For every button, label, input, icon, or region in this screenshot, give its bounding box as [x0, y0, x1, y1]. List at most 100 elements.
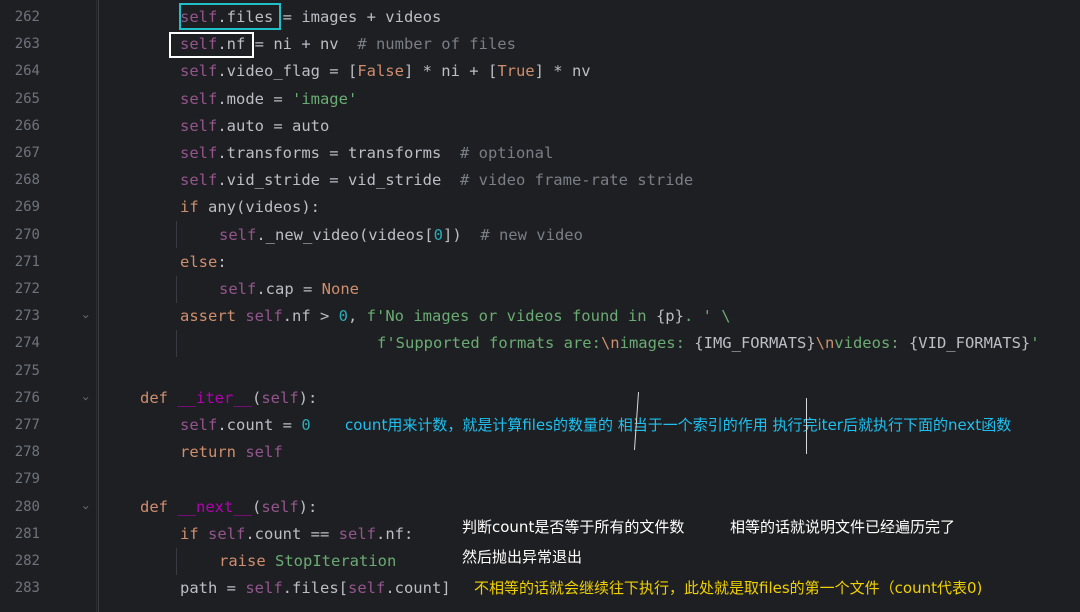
- code-token: .cap =: [256, 280, 322, 298]
- code-token: assert: [180, 307, 246, 326]
- code-line[interactable]: 274 f'Supported formats are:\nimages: {IM…: [0, 330, 1080, 357]
- annotation-path: 不相等的话就会继续往下执行，此处就是取files的第一个文件（count代表0): [474, 579, 983, 597]
- code-token: \n: [815, 334, 835, 353]
- code-text: assert self.nf > 0, f'No images or video…: [180, 303, 731, 330]
- code-token: self: [180, 416, 218, 434]
- code-token: # number of files: [357, 35, 516, 54]
- annotation-next-3: 然后抛出异常退出: [462, 548, 583, 566]
- code-text: raise StopIteration: [219, 548, 396, 575]
- line-number: 262: [14, 9, 40, 25]
- code-line[interactable]: 278 return self: [0, 439, 1080, 466]
- code-token: .transforms = transforms: [217, 144, 460, 162]
- code-line[interactable]: 279: [0, 466, 1080, 493]
- code-token: f'Supported formats are:: [377, 334, 601, 353]
- code-token: self: [180, 116, 218, 135]
- code-token: self: [261, 388, 299, 407]
- code-token: ._new_video(videos[: [256, 225, 434, 244]
- line-number: 277: [14, 417, 40, 433]
- code-text: if self.count == self.nf:: [180, 521, 413, 548]
- indent-guide: [176, 330, 177, 357]
- code-editor[interactable]: 262 self.files = images + videos 263 self.n…: [0, 0, 1080, 612]
- code-line[interactable]: 266 self.auto = auto: [0, 113, 1080, 140]
- code-token: self: [338, 524, 376, 543]
- line-number: 271: [14, 253, 40, 270]
- code-text: self._new_video(videos[0]) # new video: [219, 222, 583, 249]
- annotation-next-2: 相等的话就说明文件已经遍历完了: [730, 518, 956, 536]
- code-token: :: [217, 252, 227, 271]
- code-token: raise: [219, 552, 275, 570]
- line-number: 267: [14, 145, 40, 161]
- code-token: def: [140, 497, 178, 516]
- code-token: __iter__: [177, 388, 252, 407]
- code-token: self: [245, 579, 283, 598]
- fold-chevron-icon[interactable]: ›: [72, 313, 99, 320]
- code-line[interactable]: 264 self.video_flag = [False] * ni + [Tru…: [0, 58, 1080, 85]
- line-number: 272: [14, 281, 40, 297]
- annotation-next-1: 判断count是否等于所有的文件数: [462, 518, 685, 536]
- code-token: None: [321, 280, 359, 298]
- line-number: 276: [14, 389, 40, 406]
- code-token: self: [245, 443, 283, 462]
- code-line[interactable]: 265 self.mode = 'image': [0, 86, 1080, 113]
- code-line[interactable]: 270 self._new_video(videos[0]) # new vide…: [0, 222, 1080, 249]
- code-token: ,: [348, 307, 367, 326]
- highlight-box-nf: [169, 32, 254, 58]
- code-line[interactable]: 267 self.transforms = transforms # option…: [0, 140, 1080, 167]
- code-text: self.cap = None: [219, 276, 359, 303]
- code-line[interactable]: 271 else:: [0, 249, 1080, 276]
- code-token: self: [208, 524, 246, 543]
- code-token: (: [251, 388, 262, 407]
- highlight-box-files: [179, 3, 281, 30]
- code-token: else: [180, 252, 218, 271]
- code-token: ):: [298, 497, 318, 516]
- code-line[interactable]: 263 self.nf = ni + nv # number of files: [0, 31, 1080, 58]
- code-line[interactable]: 268 self.vid_stride = vid_stride # video …: [0, 167, 1080, 194]
- code-token: ] * nv: [534, 62, 591, 81]
- code-token: images:: [619, 334, 695, 353]
- code-token: .vid_stride = vid_stride: [217, 171, 460, 190]
- code-token: any(videos):: [208, 198, 320, 217]
- line-number: 282: [14, 553, 40, 569]
- code-token: self: [180, 89, 218, 108]
- code-text: def __iter__(self):: [140, 385, 317, 412]
- code-line[interactable]: 275: [0, 358, 1080, 385]
- line-number: 278: [14, 444, 40, 461]
- code-token: {IMG_FORMATS}: [694, 334, 816, 353]
- annotation-iter: count用来计数，就是计算files的数量的 相当于一个索引的作用 执行完it…: [345, 416, 1012, 434]
- line-number: 266: [14, 117, 40, 134]
- code-token: self: [180, 62, 218, 81]
- code-token: self: [180, 171, 218, 190]
- code-text: self.vid_stride = vid_stride # video fra…: [180, 167, 693, 194]
- code-line[interactable]: 262 self.files = images + videos: [0, 4, 1080, 31]
- code-token: self: [347, 579, 386, 598]
- code-text: f'Supported formats are:\nimages: {IMG_F…: [377, 330, 1040, 357]
- line-number: 283: [14, 580, 40, 597]
- code-token: ] * ni + [: [403, 62, 498, 81]
- code-token: .count =: [217, 416, 302, 434]
- fold-chevron-icon[interactable]: ›: [72, 503, 99, 510]
- code-line[interactable]: 269 if any(videos):: [0, 194, 1080, 221]
- code-token: ]): [442, 225, 481, 244]
- code-token: if: [180, 198, 208, 217]
- code-token: .mode =: [217, 89, 292, 108]
- code-line[interactable]: 276 › def __iter__(self):: [0, 385, 1080, 412]
- code-token: self: [261, 497, 299, 516]
- fold-chevron-icon[interactable]: ›: [72, 395, 99, 402]
- code-token: (: [251, 497, 262, 516]
- code-token: return: [180, 443, 246, 462]
- code-line[interactable]: 273 › assert self.nf > 0, f'No images or v…: [0, 303, 1080, 330]
- code-token: 0: [301, 416, 311, 434]
- code-token: . ' \: [683, 307, 731, 326]
- line-number: 269: [14, 199, 40, 216]
- indent-guide: [176, 221, 177, 248]
- code-token: self: [180, 144, 218, 162]
- code-token: # optional: [459, 144, 554, 162]
- code-token: self: [219, 280, 257, 298]
- code-token: \n: [600, 334, 620, 353]
- code-text: path = self.files[self.count]: [180, 575, 451, 602]
- code-token: False: [357, 62, 404, 81]
- code-token: 0: [433, 225, 443, 244]
- code-line[interactable]: 272 self.cap = None: [0, 276, 1080, 303]
- line-number: 274: [14, 335, 40, 352]
- code-token: ': [1030, 334, 1040, 353]
